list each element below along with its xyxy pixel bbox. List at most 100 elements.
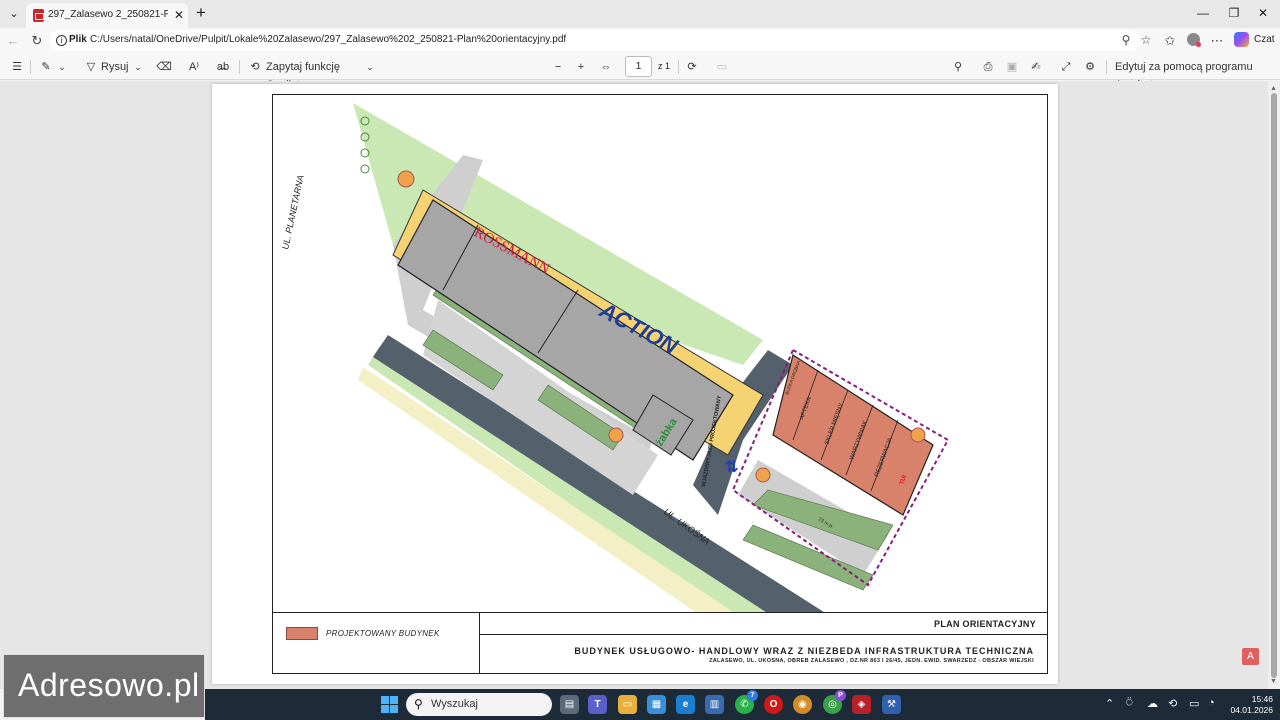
- save-as-icon[interactable]: ✍: [1028, 58, 1044, 76]
- task-view-icon[interactable]: ▤: [560, 695, 579, 714]
- zoom-magnifier-icon[interactable]: ⚲: [1118, 33, 1134, 49]
- site-plan-drawing: ⇅ UL. PLANETARNA UL. UKOŚNA ROSSMANN ACT…: [272, 94, 1048, 674]
- chrome-icon[interactable]: ◎ P: [823, 690, 846, 714]
- calculator-icon[interactable]: ▥: [705, 695, 724, 714]
- watermark-text: Adresowo.pl: [18, 667, 200, 703]
- back-arrow-icon[interactable]: ←: [3, 31, 23, 51]
- scheme-label: Plik: [69, 34, 87, 45]
- eraser-icon[interactable]: ⌫: [156, 58, 172, 76]
- restore-icon[interactable]: ❐: [1221, 3, 1247, 23]
- tab-list-chevron-icon[interactable]: ⌄: [4, 4, 24, 24]
- copilot-chat-button[interactable]: Czat: [1234, 31, 1278, 50]
- contents-list-icon[interactable]: ☰: [9, 58, 25, 76]
- whatsapp-icon[interactable]: ✆ 7: [735, 690, 758, 714]
- scroll-up-icon[interactable]: ▲: [1270, 85, 1277, 92]
- pdf-file-icon: [33, 9, 44, 22]
- wifi-icon[interactable]: ◔: [1208, 697, 1215, 709]
- pdf-page: ⇅ UL. PLANETARNA UL. UKOŚNA ROSSMANN ACT…: [212, 84, 1058, 684]
- close-window-icon[interactable]: ✕: [1250, 3, 1276, 23]
- clock-time: 15:46: [1251, 694, 1273, 704]
- more-options-icon[interactable]: ⋯: [1207, 31, 1227, 51]
- windows-start-icon[interactable]: [381, 696, 398, 713]
- chrome-profile-badge: P: [835, 690, 846, 701]
- system-clock[interactable]: 15:46 04.01.2026: [1221, 694, 1273, 716]
- opera-icon[interactable]: O: [764, 695, 783, 714]
- url-text[interactable]: C:/Users/natal/OneDrive/Pulpit/Lokale%20…: [90, 34, 566, 45]
- zoom-in-icon[interactable]: +: [574, 58, 588, 76]
- search-icon: ⚲: [414, 697, 423, 711]
- favorite-star-icon[interactable]: ☆: [1138, 33, 1154, 49]
- rotate-icon[interactable]: ⟳: [684, 58, 700, 76]
- info-icon[interactable]: i: [56, 35, 67, 46]
- taskbar-search[interactable]: ⚲ Wyszukaj: [406, 693, 552, 716]
- legend: PROJEKTOWANY BUDYNEK: [273, 612, 480, 673]
- minimize-icon[interactable]: —: [1190, 3, 1216, 23]
- zoom-out-icon[interactable]: −: [551, 58, 565, 76]
- edit-in-acrobat-button[interactable]: Edytuj za pomocą programu Acrobat: [1115, 58, 1271, 91]
- sync-icon[interactable]: ⟲: [1168, 697, 1177, 710]
- edge-icon[interactable]: e: [676, 695, 695, 714]
- find-search-icon[interactable]: ⚲: [950, 58, 966, 76]
- acrobat-icon[interactable]: A: [1242, 648, 1259, 665]
- taskbar: ⚲ Wyszukaj ▤ T ▭ ▦ e ▥ ✆ 7 O ◉ ◎ P ◈ ⚒ ⌃…: [205, 689, 1280, 720]
- tray-app-icon[interactable]: ⍥: [1126, 697, 1133, 710]
- scroll-thumb[interactable]: [1271, 93, 1277, 678]
- building-title: BUDYNEK USŁUGOWO- HANDLOWY WRAZ Z NIEZBE…: [574, 646, 1034, 656]
- copilot-icon[interactable]: ⟲: [247, 58, 263, 76]
- draw-chevron-icon[interactable]: ⌄: [132, 58, 144, 76]
- plan-title: PLAN ORIENTACYJNY: [934, 619, 1036, 629]
- read-aloud-icon[interactable]: A⁾: [186, 58, 202, 76]
- draw-icon[interactable]: ▽: [84, 58, 98, 76]
- browser-tab[interactable]: 297_Zalasewo 2_250821-Plan orientacyjny.…: [26, 3, 188, 28]
- teams-icon[interactable]: T: [588, 695, 607, 714]
- draw-button[interactable]: Rysuj: [101, 58, 133, 76]
- tab-strip: ⌄ 297_Zalasewo 2_250821-Plan orientacyjn…: [0, 0, 1280, 28]
- onedrive-icon[interactable]: ☁: [1147, 697, 1158, 710]
- page-total: z 1: [658, 61, 671, 71]
- new-tab-plus-icon[interactable]: +: [192, 4, 210, 23]
- tray-chevron-icon[interactable]: ⌃: [1105, 697, 1114, 710]
- tab-title: 297_Zalasewo 2_250821-Plan orientacyjny.…: [48, 9, 168, 20]
- file-explorer-icon[interactable]: ▭: [618, 695, 637, 714]
- waste-bin-icon: [397, 170, 415, 188]
- scroll-down-icon[interactable]: ▼: [1270, 678, 1277, 685]
- title-block: PLAN ORIENTACYJNY BUDYNEK USŁUGOWO- HAND…: [480, 612, 1047, 673]
- favorites-icon[interactable]: ✩: [1160, 31, 1180, 51]
- page-number-input[interactable]: 1: [625, 56, 652, 77]
- highlight-icon[interactable]: ✎: [38, 58, 54, 76]
- tool-app-icon[interactable]: ⚒: [882, 695, 901, 714]
- print-icon[interactable]: ⎙: [980, 58, 996, 76]
- app-icon[interactable]: ◉: [793, 695, 812, 714]
- save-icon[interactable]: ▣: [1004, 58, 1020, 76]
- street-planetarna-label: UL. PLANETARNA: [280, 174, 306, 250]
- fullscreen-icon[interactable]: ⤢: [1058, 58, 1074, 76]
- clock-date: 04.01.2026: [1230, 705, 1273, 715]
- display-icon[interactable]: ▭: [1189, 697, 1199, 710]
- fit-to-page-icon[interactable]: ⇔: [598, 58, 614, 76]
- site-plan-svg: ⇅ UL. PLANETARNA UL. UKOŚNA ROSSMANN ACT…: [280, 103, 970, 673]
- copilot-logo-icon: [1234, 32, 1249, 47]
- address-line: ZALASEWO, UL. UKOSNA, OBREB ZALASEWO , D…: [709, 658, 1034, 664]
- legend-label: PROJEKTOWANY BUDYNEK: [326, 629, 440, 638]
- pdf-toolbar: ☰ ✎ ⌄ ▽ Rysuj ⌄ ⌫ A⁾ a̶b ⟲ Zapytaj funkc…: [0, 53, 1280, 91]
- translate-icon[interactable]: a̶b: [214, 58, 232, 76]
- vertical-scrollbar[interactable]: ▲ ▼: [1268, 81, 1280, 689]
- settings-gear-icon[interactable]: ⚙: [1082, 58, 1098, 76]
- highlight-chevron-icon[interactable]: ⌄: [56, 58, 68, 76]
- page-view-icon[interactable]: ▭: [714, 58, 730, 76]
- search-placeholder: Wyszukaj: [431, 698, 478, 710]
- refresh-icon[interactable]: ↻: [27, 31, 47, 51]
- profile-avatar[interactable]: [1187, 33, 1201, 47]
- store-icon[interactable]: ▦: [647, 695, 666, 714]
- address-bar[interactable]: i Plik C:/Users/natal/OneDrive/Pulpit/Lo…: [50, 30, 1151, 51]
- navigation-bar: ← ↻ i Plik C:/Users/natal/OneDrive/Pulpi…: [0, 28, 1280, 53]
- copilot-chevron-icon[interactable]: ⌄: [364, 58, 376, 76]
- ask-copilot-button[interactable]: Zapytaj funkcję Copilot: [266, 58, 364, 91]
- entrance-arrows-icon: ⇅: [725, 459, 738, 476]
- copilot-chat-label: Czat: [1254, 34, 1275, 45]
- whatsapp-badge: 7: [747, 690, 758, 701]
- legend-swatch: [286, 627, 318, 640]
- media-app-icon[interactable]: ◈: [852, 695, 871, 714]
- close-tab-icon[interactable]: ✕: [172, 7, 186, 23]
- watermark-overlay: Adresowo.pl: [3, 654, 205, 718]
